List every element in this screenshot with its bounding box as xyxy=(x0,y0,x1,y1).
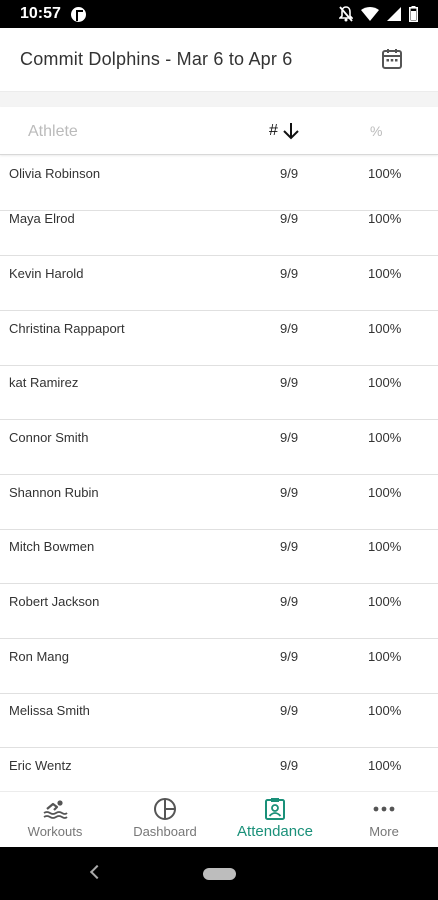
attendance-count: 9/9 xyxy=(280,758,299,773)
attendance-percent: 100% xyxy=(368,485,402,500)
attendance-count: 9/9 xyxy=(280,211,299,226)
table-row[interactable]: Maya Elrod 9/9 100% xyxy=(0,201,438,256)
athlete-name: Shannon Rubin xyxy=(9,485,99,500)
athlete-name: Christina Rappaport xyxy=(9,321,125,336)
athlete-name: Eric Wentz xyxy=(9,758,72,773)
attendance-count: 9/9 xyxy=(280,594,299,609)
back-chevron-icon[interactable] xyxy=(89,864,105,880)
attendance-count: 9/9 xyxy=(280,649,299,664)
attendance-badge-icon xyxy=(265,798,285,820)
athlete-name: Mitch Bowmen xyxy=(9,539,95,554)
table-row[interactable]: Melissa Smith 9/9 100% xyxy=(0,693,438,748)
column-header-athlete[interactable]: Athlete xyxy=(28,123,78,141)
attendance-percent: 100% xyxy=(368,211,402,226)
app-notification-icon xyxy=(71,7,86,22)
table-row[interactable]: Ron Mang 9/9 100% xyxy=(0,639,438,694)
swimmer-icon xyxy=(43,800,68,819)
nav-item-more[interactable]: More xyxy=(344,792,424,848)
mute-bell-icon xyxy=(339,6,353,22)
athlete-name: Connor Smith xyxy=(9,430,89,445)
column-header-percent[interactable]: % xyxy=(370,123,382,139)
table-row[interactable]: Christina Rappaport 9/9 100% xyxy=(0,311,438,366)
column-header-count-label: # xyxy=(269,122,278,139)
calendar-icon[interactable] xyxy=(380,47,404,71)
attendance-percent: 100% xyxy=(368,375,402,390)
athlete-name: Robert Jackson xyxy=(9,594,100,609)
attendance-count: 9/9 xyxy=(280,166,299,181)
header-divider-band xyxy=(0,92,438,107)
attendance-percent: 100% xyxy=(368,703,402,718)
attendance-count: 9/9 xyxy=(280,703,299,718)
table-row[interactable]: Shannon Rubin 9/9 100% xyxy=(0,475,438,530)
status-icons xyxy=(339,6,418,22)
table-row[interactable]: Connor Smith 9/9 100% xyxy=(0,420,438,475)
attendance-percent: 100% xyxy=(368,430,402,445)
attendance-count: 9/9 xyxy=(280,266,299,281)
athlete-name: kat Ramirez xyxy=(9,375,79,390)
attendance-percent: 100% xyxy=(368,166,402,181)
nav-label-workouts: Workouts xyxy=(27,824,83,839)
athlete-name: Maya Elrod xyxy=(9,211,75,226)
status-time: 10:57 xyxy=(20,5,61,22)
table-row[interactable]: Mitch Bowmen 9/9 100% xyxy=(0,529,438,584)
wifi-icon xyxy=(361,7,379,21)
attendance-list: Olivia Robinson 9/9 100% Maya Elrod 9/9 … xyxy=(0,156,438,791)
signal-icon xyxy=(387,7,401,21)
attendance-percent: 100% xyxy=(368,321,402,336)
attendance-percent: 100% xyxy=(368,758,402,773)
more-dots-icon xyxy=(373,806,395,812)
nav-item-attendance[interactable]: Attendance xyxy=(225,792,325,848)
table-row[interactable]: Eric Wentz 9/9 100% xyxy=(0,748,438,791)
table-row[interactable]: Kevin Harold 9/9 100% xyxy=(0,256,438,311)
attendance-percent: 100% xyxy=(368,539,402,554)
attendance-count: 9/9 xyxy=(280,430,299,445)
home-pill-icon[interactable] xyxy=(203,868,236,880)
athlete-name: Olivia Robinson xyxy=(9,166,101,181)
sort-descending-arrow-icon xyxy=(283,123,299,140)
attendance-count: 9/9 xyxy=(280,321,299,336)
nav-label-more: More xyxy=(369,824,399,839)
nav-label-dashboard: Dashboard xyxy=(133,824,197,839)
nav-item-workouts[interactable]: Workouts xyxy=(15,792,95,848)
status-bar: 10:57 xyxy=(0,0,438,28)
attendance-count: 9/9 xyxy=(280,375,299,390)
athlete-name: Melissa Smith xyxy=(9,703,90,718)
column-header-count[interactable]: # xyxy=(269,121,300,141)
attendance-percent: 100% xyxy=(368,594,402,609)
nav-label-attendance: Attendance xyxy=(237,823,313,840)
pie-chart-icon xyxy=(154,798,176,820)
attendance-percent: 100% xyxy=(368,266,402,281)
page-title: Commit Dolphins - Mar 6 to Apr 6 xyxy=(20,49,293,69)
table-row[interactable]: kat Ramirez 9/9 100% xyxy=(0,365,438,420)
attendance-count: 9/9 xyxy=(280,485,299,500)
app-header: Commit Dolphins - Mar 6 to Apr 6 xyxy=(0,28,438,92)
system-navigation-bar xyxy=(0,847,438,900)
battery-icon xyxy=(409,6,418,22)
nav-item-dashboard[interactable]: Dashboard xyxy=(125,792,205,848)
table-header: Athlete # % xyxy=(0,107,438,155)
attendance-percent: 100% xyxy=(368,649,402,664)
table-row[interactable]: Robert Jackson 9/9 100% xyxy=(0,584,438,639)
bottom-navigation: Workouts Dashboard Attendance More xyxy=(0,791,438,847)
athlete-name: Kevin Harold xyxy=(9,266,84,281)
athlete-name: Ron Mang xyxy=(9,649,69,664)
attendance-count: 9/9 xyxy=(280,539,299,554)
